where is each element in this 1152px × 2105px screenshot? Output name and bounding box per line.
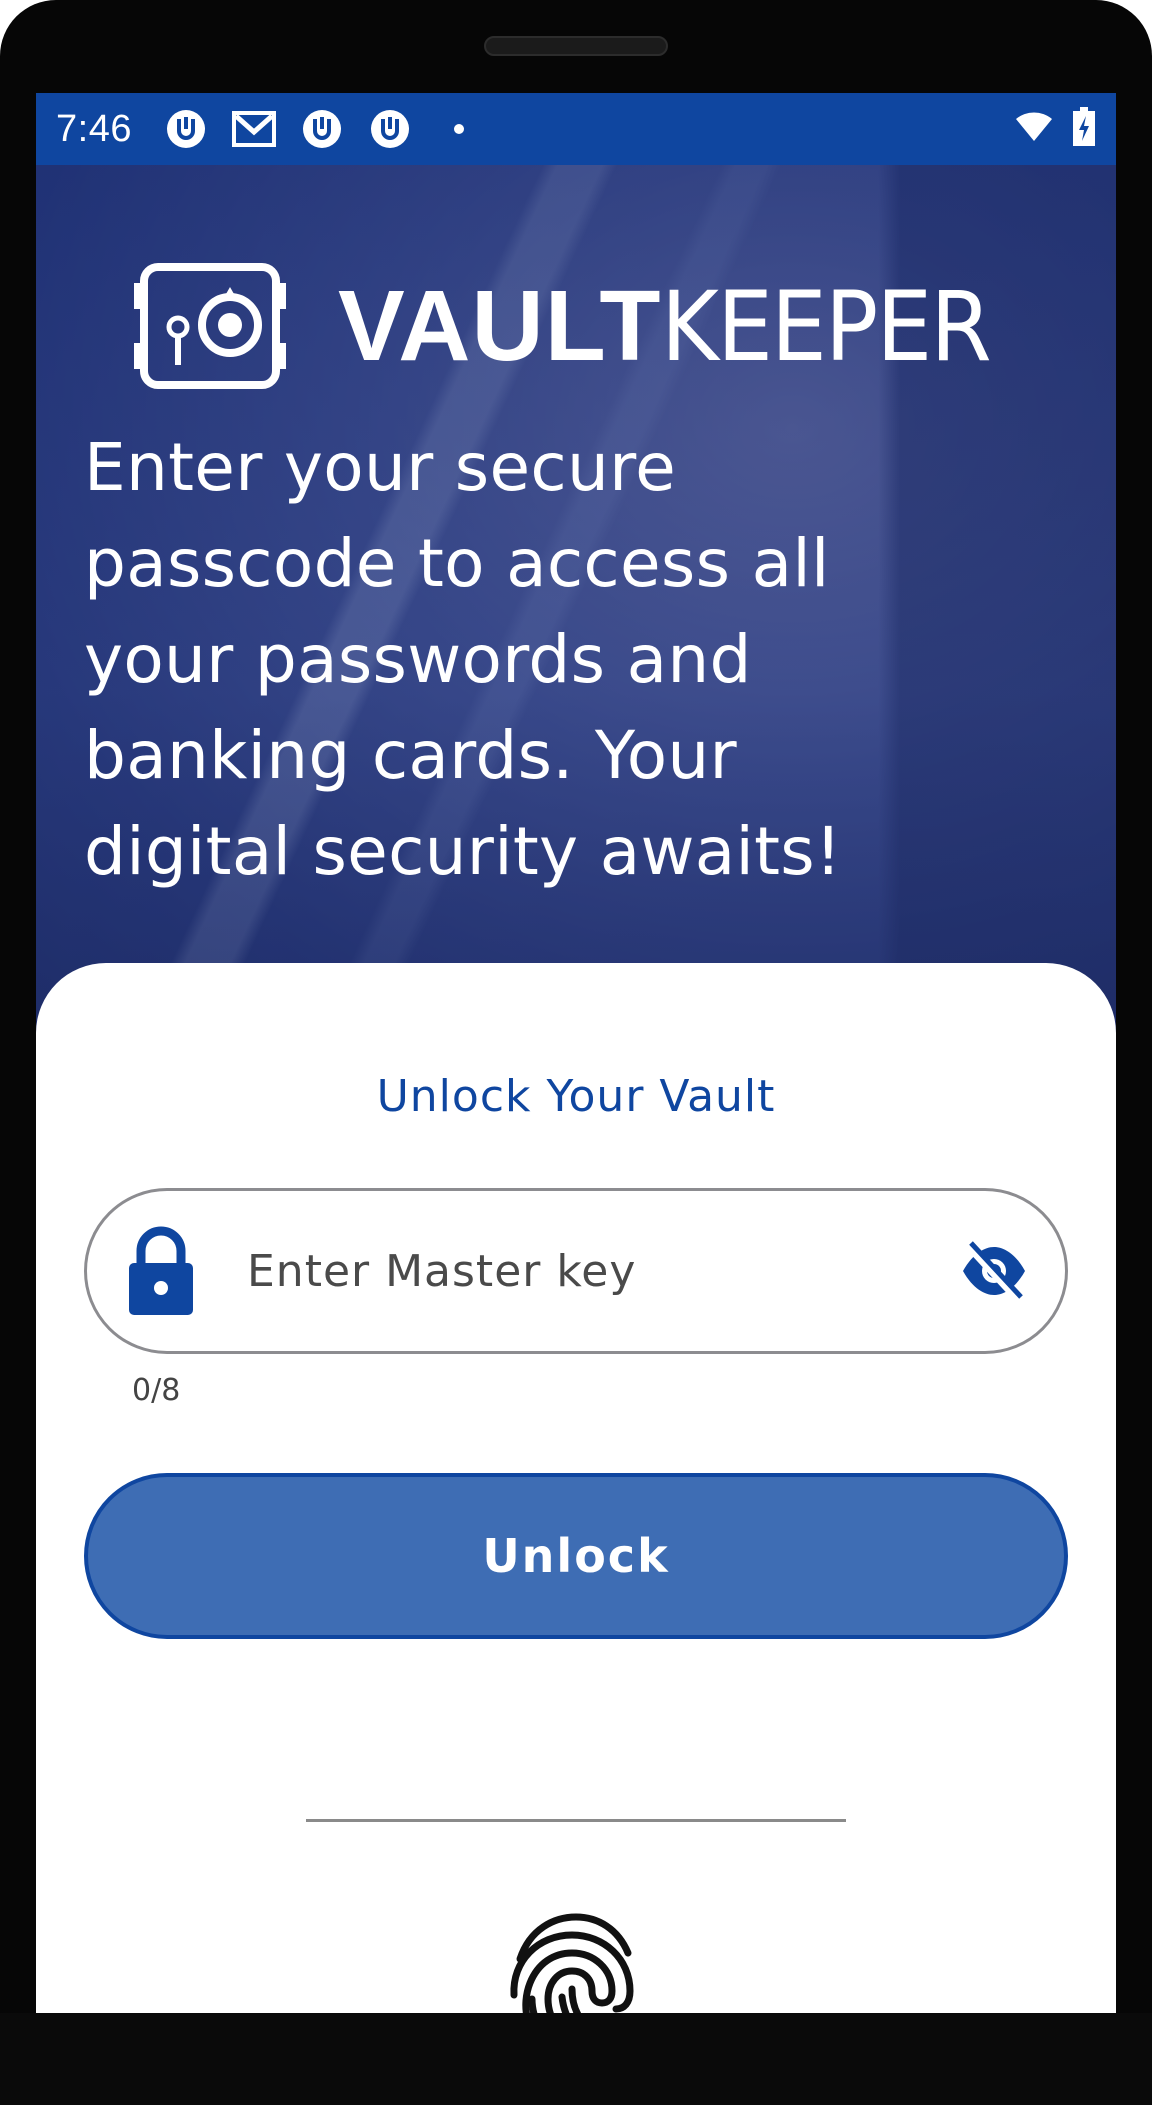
fingerprint-icon[interactable]	[506, 1911, 638, 2013]
app-notification-icon	[366, 105, 414, 153]
app-notification-icon	[162, 105, 210, 153]
status-time: 7:46	[56, 107, 132, 150]
device-bottom-bezel	[0, 2013, 1152, 2105]
visibility-off-icon[interactable]	[959, 1239, 1029, 1303]
status-right-icons	[1014, 107, 1096, 151]
battery-charging-icon	[1072, 107, 1096, 151]
character-counter: 0/8	[132, 1373, 181, 1408]
vault-safe-logo-icon	[134, 263, 286, 389]
gmail-icon	[230, 105, 278, 153]
hero-tagline: Enter your secure passcode to access all…	[84, 429, 842, 890]
app-screen: 7:46 VAULT KEEPER Enter your secure pass…	[36, 93, 1116, 2013]
brand-name-light: KEEPER	[661, 270, 992, 383]
divider	[306, 1819, 846, 1822]
master-key-input[interactable]	[247, 1245, 959, 1297]
unlock-card: Unlock Your Vault 0/8 Unlock	[36, 963, 1116, 2013]
unlock-button[interactable]: Unlock	[84, 1473, 1068, 1639]
device-frame: 7:46 VAULT KEEPER Enter your secure pass…	[0, 0, 1152, 2105]
brand-header: VAULT KEEPER	[130, 261, 1019, 391]
hero-background: VAULT KEEPER Enter your secure passcode …	[36, 165, 1116, 1045]
unlock-title: Unlock Your Vault	[376, 1071, 776, 1122]
earpiece-speaker	[484, 36, 668, 56]
app-notification-icon	[298, 105, 346, 153]
notification-dot	[453, 124, 464, 134]
brand-name-bold: VAULT	[338, 269, 662, 382]
brand-wordmark: VAULT KEEPER	[338, 269, 1019, 384]
status-bar: 7:46	[36, 93, 1116, 165]
lock-icon	[129, 1226, 193, 1315]
master-key-field[interactable]	[84, 1188, 1068, 1354]
wifi-icon	[1014, 111, 1054, 147]
